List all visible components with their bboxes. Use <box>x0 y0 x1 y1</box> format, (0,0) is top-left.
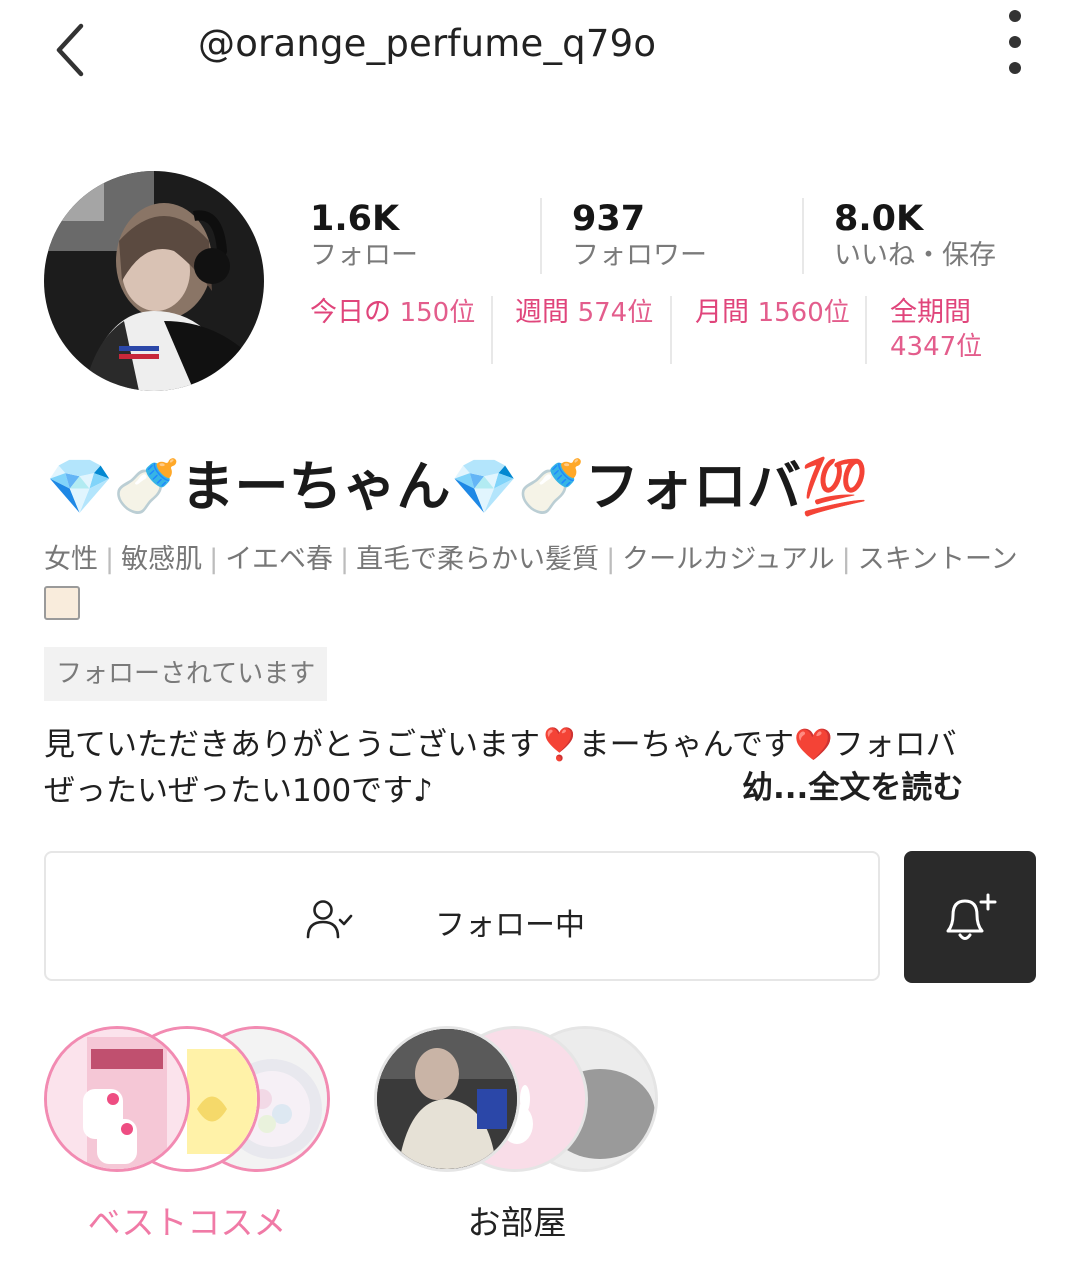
more-options-button[interactable] <box>990 8 1040 76</box>
bell-plus-icon <box>946 893 997 940</box>
highlight-thumbnail <box>44 1026 190 1172</box>
likes-count-stat[interactable]: 8.0K いいね・保存 <box>834 198 996 274</box>
tag: イエベ春 <box>225 544 333 575</box>
following-button[interactable]: フォロー中 <box>44 851 880 981</box>
likes-count: 8.0K <box>834 199 924 239</box>
notification-bell-button[interactable] <box>904 851 1036 983</box>
ranking-period: 週間 <box>515 297 569 328</box>
tag: 直毛で柔らかい髪質 <box>356 544 600 575</box>
ranking-weekly[interactable]: 週間 574位 <box>515 296 653 330</box>
follower-count-stat[interactable]: 937 フォロワー <box>572 198 707 274</box>
divider <box>540 198 542 274</box>
following-label: フォロー中 <box>435 908 585 943</box>
highlight-label: お部屋 <box>467 1203 567 1242</box>
follower-count: 937 <box>572 199 646 239</box>
highlight-room[interactable]: お部屋 <box>374 1026 664 1246</box>
following-label: フォロー <box>310 240 418 271</box>
highlight-best-cosme[interactable]: ベストコスメ <box>44 1026 334 1246</box>
ranking-alltime[interactable]: 全期間 4347位 <box>890 296 982 364</box>
profile-tags: 女性 | 敏感肌 | イエベ春 | 直毛で柔らかい髪質 | クールカジュアル | スキントーン <box>44 544 1018 575</box>
ranking-value: 150位 <box>399 298 476 328</box>
tag: 女性 <box>44 544 98 575</box>
ranking-period: 全期間 <box>890 297 971 328</box>
tag: 敏感肌 <box>121 544 203 575</box>
tag: スキントーン <box>857 544 1018 575</box>
divider <box>865 296 867 364</box>
highlight-label: ベストコスメ <box>87 1203 287 1242</box>
read-more-link[interactable]: 幼...全文を読む <box>742 768 963 808</box>
ranking-daily[interactable]: 今日の 150位 <box>310 296 475 330</box>
ranking-value: 4347位 <box>890 332 983 362</box>
ranking-period: 月間 <box>695 297 749 328</box>
chevron-left-icon <box>56 23 84 77</box>
follower-label: フォロワー <box>572 240 707 271</box>
ranking-value: 574位 <box>577 298 654 328</box>
profile-username: @orange_perfume_q79o <box>198 22 657 65</box>
skin-tone-swatch <box>44 586 80 620</box>
user-check-icon <box>306 900 353 939</box>
divider <box>491 296 493 364</box>
ranking-value: 1560位 <box>757 298 850 328</box>
highlight-thumbnail <box>374 1026 520 1172</box>
display-name: 💎🍼まーちゃん💎🍼フォロバ💯 <box>46 454 869 518</box>
back-button[interactable] <box>40 18 100 82</box>
avatar[interactable] <box>44 171 264 391</box>
follows-you-badge: フォローされています <box>44 647 328 701</box>
ranking-period: 今日の <box>310 297 391 328</box>
following-count-stat[interactable]: 1.6K フォロー <box>310 198 418 274</box>
divider <box>670 296 672 364</box>
divider <box>802 198 804 274</box>
more-vertical-icon <box>1009 10 1021 74</box>
following-count: 1.6K <box>310 199 400 239</box>
bio-line: 見ていただきありがとうございます❣️まーちゃんです❤️フォロバ <box>44 727 957 763</box>
tag: クールカジュアル <box>622 544 835 575</box>
ranking-monthly[interactable]: 月間 1560位 <box>695 296 850 330</box>
likes-label: いいね・保存 <box>834 240 996 271</box>
